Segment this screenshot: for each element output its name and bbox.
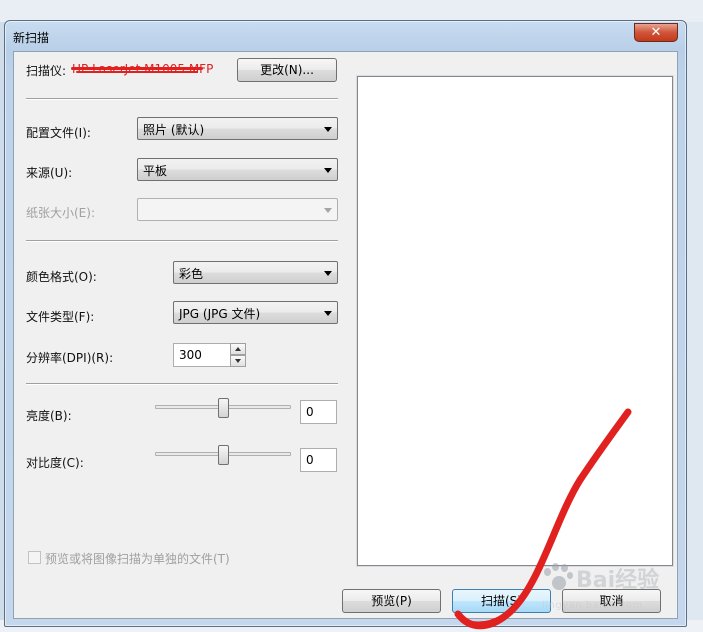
chevron-down-icon: [324, 271, 332, 276]
chevron-down-icon: [324, 208, 332, 213]
separate-files-label: 预览或将图像扫描为单独的文件(T): [45, 552, 230, 566]
brightness-value: 0: [306, 405, 314, 419]
background-top: [0, 0, 703, 22]
resolution-value: 300: [179, 348, 202, 362]
chevron-down-icon: [324, 168, 332, 173]
dialog-client-area: 扫描仪: HP LaserJet M1005 MFP 更改(N)... 配置文件…: [13, 51, 678, 619]
spin-up-icon[interactable]: [230, 343, 246, 355]
profile-value: 照片 (默认): [143, 123, 205, 137]
new-scan-dialog: 新扫描 ✕ 扫描仪: HP LaserJet M1005 MFP 更改(N)..…: [4, 20, 687, 627]
change-scanner-button[interactable]: 更改(N)...: [237, 58, 337, 82]
source-value: 平板: [143, 164, 168, 178]
paw-logo-icon: [540, 562, 574, 596]
brightness-slider-thumb[interactable]: [217, 398, 229, 418]
chevron-down-icon: [324, 311, 332, 316]
resolution-spinner[interactable]: [230, 343, 246, 367]
file-type-value: JPG (JPG 文件): [179, 307, 261, 321]
separator: [26, 383, 338, 385]
file-type-label: 文件类型(F):: [26, 310, 95, 324]
redaction-scribble-2: [76, 71, 198, 73]
contrast-slider-thumb[interactable]: [217, 445, 229, 465]
color-format-value: 彩色: [179, 267, 204, 281]
paper-size-dropdown: [137, 198, 338, 221]
separate-files-checkbox[interactable]: [28, 551, 41, 564]
watermark: Bai经验 jingyan.baidu.com: [540, 560, 665, 620]
profile-label: 配置文件(I):: [26, 126, 91, 140]
scan-button[interactable]: 扫描(S): [452, 589, 551, 613]
contrast-label: 对比度(C):: [26, 456, 84, 470]
close-button[interactable]: ✕: [634, 23, 678, 42]
color-format-dropdown[interactable]: 彩色: [173, 261, 338, 284]
color-format-label: 颜色格式(O):: [26, 270, 97, 284]
preview-pane: [357, 76, 673, 566]
paper-size-label: 纸张大小(E):: [26, 206, 95, 220]
source-dropdown[interactable]: 平板: [137, 158, 338, 181]
file-type-dropdown[interactable]: JPG (JPG 文件): [173, 301, 338, 324]
separator: [26, 240, 338, 242]
dialog-title: 新扫描: [13, 31, 50, 45]
brightness-input[interactable]: 0: [300, 400, 337, 424]
scanner-label: 扫描仪:: [26, 64, 67, 78]
separator: [26, 98, 338, 100]
preview-button[interactable]: 预览(P): [342, 589, 441, 613]
resolution-label: 分辨率(DPI)(R):: [26, 351, 114, 365]
source-label: 来源(U):: [26, 166, 73, 180]
contrast-value: 0: [306, 453, 314, 467]
watermark-text: Bai经验: [576, 568, 660, 593]
profile-dropdown[interactable]: 照片 (默认): [137, 117, 338, 140]
resolution-input[interactable]: 300: [173, 343, 231, 367]
spin-down-icon[interactable]: [230, 355, 246, 367]
chevron-down-icon: [324, 127, 332, 132]
background-right: [685, 22, 703, 632]
watermark-url: jingyan.baidu.com: [542, 600, 643, 611]
brightness-label: 亮度(B):: [26, 409, 72, 423]
contrast-input[interactable]: 0: [300, 448, 337, 472]
redaction-scribble: [71, 67, 203, 70]
